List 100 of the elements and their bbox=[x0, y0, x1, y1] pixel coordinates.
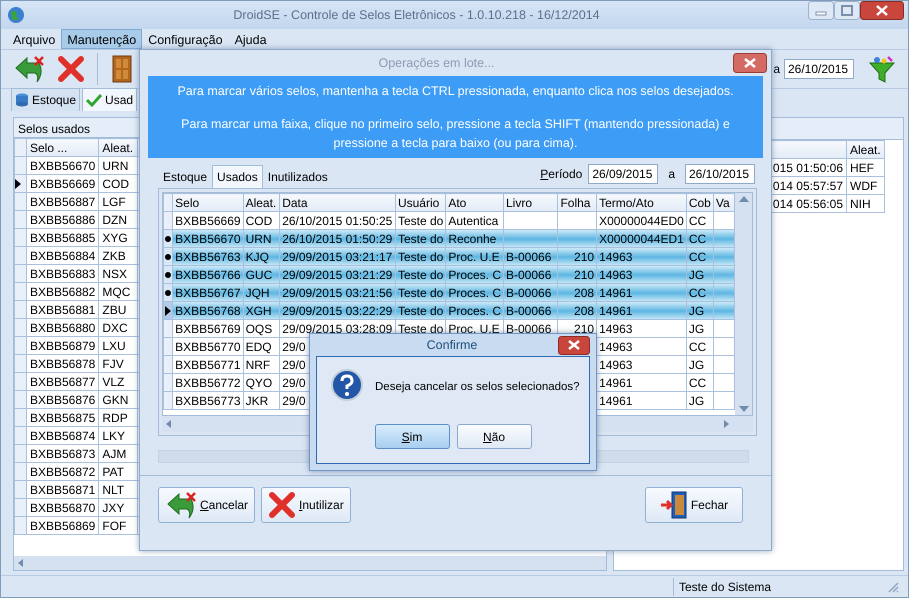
table-cell: FJV bbox=[98, 354, 138, 372]
table-cell: BXBB56884 bbox=[26, 246, 99, 264]
column-header[interactable]: Va bbox=[713, 194, 734, 212]
close-button[interactable] bbox=[558, 336, 590, 354]
table-cell: ZBU bbox=[98, 300, 138, 318]
table-cell: B-00066 bbox=[504, 284, 558, 302]
selection-dot-icon bbox=[165, 254, 172, 260]
table-cell: JG bbox=[686, 320, 714, 338]
table-cell: JKR bbox=[243, 392, 280, 410]
row-header[interactable] bbox=[164, 230, 173, 248]
row-header[interactable] bbox=[14, 174, 26, 192]
table-cell: BXBB56770 bbox=[172, 338, 244, 356]
table-cell: NSX bbox=[98, 264, 138, 282]
column-header[interactable]: Aleat. bbox=[98, 138, 138, 156]
selection-dot-icon bbox=[165, 236, 172, 242]
column-header[interactable]: Cob bbox=[686, 194, 714, 212]
table-cell: B-00066 bbox=[504, 266, 558, 284]
column-header[interactable]: Selo ... bbox=[26, 138, 99, 156]
table-cell: BXBB56670 bbox=[172, 230, 244, 248]
table-cell: 14961 bbox=[596, 284, 686, 302]
date-field[interactable]: 26/09/2015 bbox=[588, 164, 658, 184]
scroll-up-icon[interactable] bbox=[738, 195, 750, 204]
selection-dot-icon bbox=[165, 290, 172, 296]
menu-item[interactable]: Ajuda bbox=[228, 29, 273, 49]
filter-icon[interactable] bbox=[868, 55, 896, 83]
table-cell: CC bbox=[686, 284, 714, 302]
minimize-button[interactable] bbox=[808, 1, 834, 20]
table-cell: GUC bbox=[243, 266, 280, 284]
column-header[interactable]: Termo/Ato bbox=[596, 194, 686, 212]
table-cell: BXBB56878 bbox=[26, 354, 99, 372]
undo-icon[interactable] bbox=[13, 55, 45, 83]
period-label: Período bbox=[540, 166, 582, 184]
close-button[interactable] bbox=[733, 53, 767, 73]
table-cell: NLT bbox=[98, 480, 138, 498]
decline-button[interactable]: Não bbox=[456, 424, 532, 449]
delete-icon[interactable] bbox=[57, 55, 85, 83]
table-cell: Proces. C bbox=[446, 302, 504, 320]
table-cell: JG bbox=[686, 392, 714, 410]
row-header[interactable] bbox=[164, 284, 173, 302]
column-header[interactable]: Aleat. bbox=[243, 194, 280, 212]
tab[interactable]: Inutilizados bbox=[262, 165, 333, 188]
tab[interactable]: Usados bbox=[212, 165, 263, 188]
column-header[interactable]: Data bbox=[280, 194, 396, 212]
row-header[interactable] bbox=[164, 266, 173, 284]
table-cell: BXBB56773 bbox=[172, 392, 244, 410]
column-header[interactable]: Folha bbox=[558, 194, 597, 212]
delete-icon bbox=[268, 491, 296, 520]
table-cell: BXBB56875 bbox=[26, 408, 99, 426]
dialog-title: Confirme bbox=[426, 336, 478, 354]
table-cell: Reconhe bbox=[446, 230, 504, 248]
column-header[interactable]: Usuário bbox=[395, 194, 446, 212]
column-header[interactable]: Ato bbox=[446, 194, 504, 212]
scroll-down-icon[interactable] bbox=[738, 405, 750, 414]
table-cell: BXBB56669 bbox=[26, 174, 99, 192]
table-cell: X00000044ED1 bbox=[596, 230, 686, 248]
cancel-button[interactable]: Cancelar bbox=[158, 487, 256, 524]
row-header[interactable] bbox=[164, 302, 173, 320]
table-cell: JXY bbox=[98, 498, 138, 516]
table-cell: EDQ bbox=[243, 338, 280, 356]
tab[interactable]: Usad bbox=[82, 88, 138, 111]
close-button[interactable] bbox=[860, 1, 904, 20]
table-cell: 14963 bbox=[596, 320, 686, 338]
date-field[interactable]: 26/10/2015 bbox=[784, 59, 854, 79]
confirm-button[interactable]: Sim bbox=[374, 424, 450, 449]
date-field[interactable]: 26/10/2015 bbox=[685, 164, 755, 184]
table-cell: 14963 bbox=[596, 266, 686, 284]
table-cell: URN bbox=[243, 230, 280, 248]
table-cell: BXBB56874 bbox=[26, 426, 99, 444]
column-header[interactable]: Livro bbox=[504, 194, 558, 212]
column-header[interactable]: Selo bbox=[172, 194, 244, 212]
resize-grip-icon[interactable] bbox=[886, 580, 900, 594]
menu-item[interactable]: Manutenção bbox=[61, 29, 142, 49]
close-button[interactable]: Fechar bbox=[645, 487, 743, 524]
table-cell: 29/09/2015 03:21:29 bbox=[280, 266, 396, 284]
table-cell: 29/09/2015 03:21:56 bbox=[280, 284, 396, 302]
table-cell: PAT bbox=[98, 462, 138, 480]
table-cell: AJM bbox=[98, 444, 138, 462]
maximize-button[interactable] bbox=[834, 1, 860, 20]
tab[interactable]: Estoque bbox=[11, 88, 80, 111]
table-cell: ZKB bbox=[98, 246, 138, 264]
globe-icon bbox=[7, 6, 25, 24]
database-icon bbox=[15, 93, 29, 107]
menu-item[interactable]: Configuração bbox=[142, 29, 229, 49]
table-cell: BXBB56869 bbox=[26, 516, 99, 534]
door-icon[interactable] bbox=[110, 55, 134, 83]
table-cell: GKN bbox=[98, 390, 138, 408]
table-cell: Proces. C bbox=[446, 266, 504, 284]
table-cell: BXBB56881 bbox=[26, 300, 99, 318]
discard-button[interactable]: Inutilizar bbox=[261, 487, 351, 524]
table-cell: JG bbox=[686, 356, 714, 374]
menu-item[interactable]: Arquivo bbox=[7, 29, 62, 49]
table-cell: QYO bbox=[243, 374, 280, 392]
table-cell: WDF bbox=[846, 176, 884, 194]
row-header[interactable] bbox=[164, 248, 173, 266]
table-cell: JG bbox=[686, 302, 714, 320]
table-cell: 208 bbox=[558, 302, 597, 320]
date-label: a bbox=[773, 61, 780, 78]
table-cell: CC bbox=[686, 338, 714, 356]
column-header[interactable]: Aleat. bbox=[846, 140, 884, 158]
tab[interactable]: Estoque bbox=[158, 165, 212, 188]
